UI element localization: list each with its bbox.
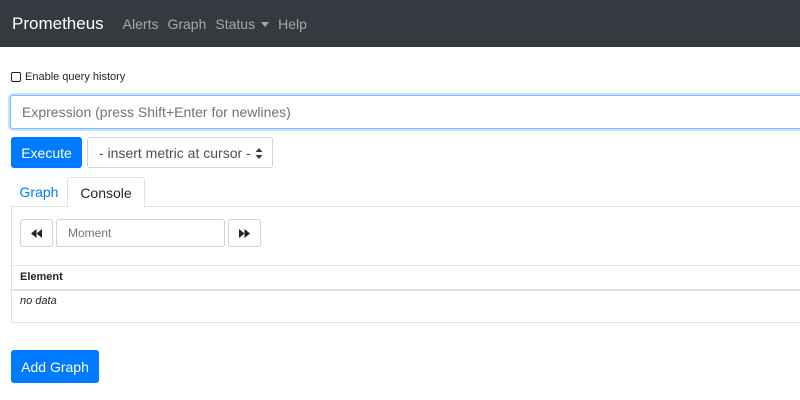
- top-navbar: Prometheus Alerts Graph Status Help: [0, 0, 800, 47]
- expression-placeholder: Expression (press Shift+Enter for newlin…: [22, 104, 291, 120]
- insert-metric-selected: - insert metric at cursor -: [99, 144, 251, 161]
- execute-button[interactable]: Execute: [11, 137, 82, 168]
- moment-forward-button[interactable]: [228, 219, 261, 247]
- table-header-divider: [12, 289, 800, 291]
- select-arrows-icon: [255, 148, 263, 159]
- panel-tabs: Graph Console: [11, 177, 800, 208]
- nav-status-dropdown[interactable]: Status: [215, 15, 270, 32]
- caret-down-icon: [261, 21, 270, 27]
- nav-alerts[interactable]: Alerts: [123, 16, 159, 32]
- fast-forward-icon: [239, 228, 250, 238]
- table-empty-message: no data: [20, 295, 57, 307]
- table-top-border: [12, 265, 800, 266]
- tab-console[interactable]: Console: [67, 177, 145, 208]
- nav-help[interactable]: Help: [278, 16, 307, 32]
- query-history-checkbox[interactable]: [11, 72, 21, 82]
- fast-backward-icon: [31, 228, 42, 238]
- tab-graph[interactable]: Graph: [11, 177, 67, 207]
- query-history-label: Enable query history: [25, 71, 126, 83]
- moment-input[interactable]: Moment: [56, 219, 225, 247]
- moment-back-button[interactable]: [20, 219, 53, 247]
- insert-metric-select[interactable]: - insert metric at cursor -: [87, 137, 273, 168]
- nav-graph[interactable]: Graph: [167, 16, 206, 32]
- nav-status-label: Status: [215, 15, 256, 32]
- table-header-element: Element: [20, 271, 63, 283]
- add-graph-button[interactable]: Add Graph: [11, 350, 99, 383]
- moment-placeholder: Moment: [68, 226, 112, 240]
- expression-input[interactable]: Expression (press Shift+Enter for newlin…: [10, 95, 800, 129]
- query-history-toggle[interactable]: Enable query history: [11, 71, 125, 83]
- brand-link[interactable]: Prometheus: [12, 14, 104, 34]
